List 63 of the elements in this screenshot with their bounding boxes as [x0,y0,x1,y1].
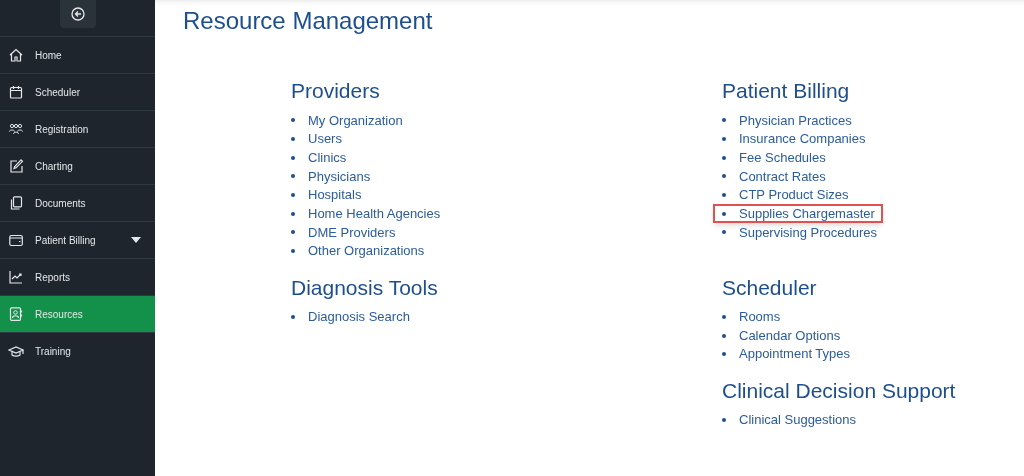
resource-link[interactable]: Clinics [308,147,347,168]
resource-link[interactable]: Fee Schedules [739,147,826,168]
calendar-icon [8,84,24,100]
bullet-icon [722,174,726,179]
resource-link[interactable]: Rooms [739,307,781,327]
resource-link[interactable]: CTP Product Sizes [739,185,849,205]
sidebar-item[interactable]: Scheduler [0,74,155,111]
resource-link[interactable]: Hospitals [308,185,362,205]
sidebar-item[interactable]: Charting [0,148,155,185]
resource-link[interactable]: Physician Practices [739,110,852,131]
collapse-button[interactable] [59,0,96,28]
sidebar-item[interactable]: Home [0,37,155,74]
sidebar-item[interactable]: Patient Billing [0,222,155,259]
resource-link[interactable]: Other Organizations [308,241,425,261]
bullet-icon [291,174,295,179]
resource-link[interactable]: Contract Rates [739,166,826,187]
bullet-icon [291,211,295,216]
resource-link[interactable]: Users [308,129,342,149]
bullet-icon [722,314,726,319]
resource-link[interactable]: My Organization [308,110,403,131]
sidebar-item[interactable]: Registration [0,111,155,148]
bullet-icon [722,155,726,160]
resource-link[interactable]: Supervising Procedures [739,222,878,243]
bullet-icon [291,249,295,254]
resource-link[interactable]: Diagnosis Search [308,307,410,327]
bullet-icon [722,333,726,338]
home-icon [8,47,24,63]
section-heading: Clinical Decision Support [722,377,957,404]
bullet-icon [291,118,295,123]
graduation-cap-icon [8,343,24,360]
resource-link[interactable]: Home Health Agencies [308,204,441,224]
sidebar-item[interactable]: Documents [0,185,155,222]
resource-link[interactable]: Appointment Types [739,344,851,364]
bullet-icon [291,155,295,160]
sidebar-item[interactable]: Training [0,333,155,370]
documents-icon [8,195,24,211]
bullet-icon [722,193,726,198]
resource-link[interactable]: Calendar Options [739,325,841,346]
wallet-icon [8,232,24,248]
bullet-icon [291,137,295,142]
bullet-icon [291,314,295,319]
resource-link[interactable]: Physicians [308,166,371,187]
resource-link[interactable]: Supplies Chargemaster [739,204,875,224]
bullet-icon [722,230,726,235]
bullet-icon [291,230,295,235]
page-title: Resource Management [183,6,434,36]
bullet-icon [722,417,726,422]
people-icon [8,121,24,137]
resource-link[interactable]: Insurance Companies [739,129,866,149]
bullet-icon [722,137,726,142]
section-heading: Diagnosis Tools [291,274,439,301]
bullet-icon [291,193,295,198]
section-heading: Scheduler [722,274,818,301]
bullet-icon [722,211,726,216]
contact-card-icon [8,306,24,322]
resource-link[interactable]: DME Providers [308,222,396,243]
bullet-icon [722,352,726,357]
edit-icon [8,158,24,174]
resource-link[interactable]: Clinical Suggestions [739,410,857,430]
section-heading: Patient Billing [722,78,851,104]
chart-icon [8,269,24,285]
section-heading: Providers [291,78,381,104]
bullet-icon [722,118,726,123]
